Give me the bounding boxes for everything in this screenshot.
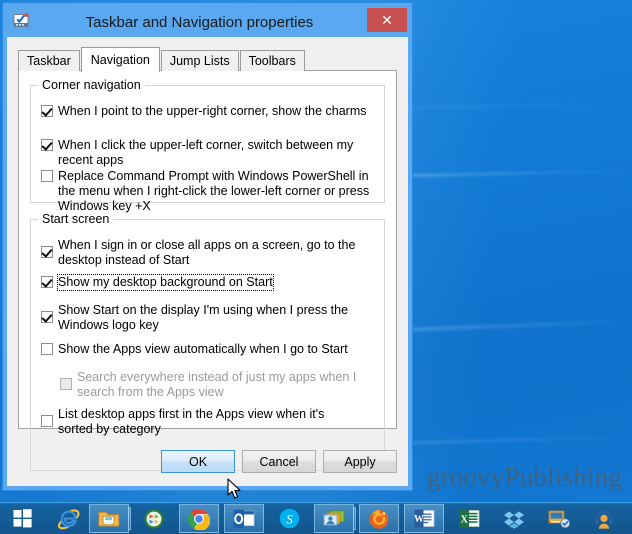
tab-toolbars[interactable]: Toolbars [239,50,305,71]
checkbox-label-desktop-background-on-start: Show my desktop background on Start [57,274,274,291]
checkbox-label-apps-view-automatically: Show the Apps view automatically when I … [58,342,348,356]
checkbox-search-everywhere [60,378,72,390]
tab-navigation[interactable]: Navigation [80,47,160,72]
google-chrome-icon[interactable] [179,504,219,533]
skype-icon[interactable]: S [269,504,309,533]
tab-taskbar[interactable]: Taskbar [18,50,80,71]
microsoft-outlook-icon[interactable] [224,504,264,533]
internet-explorer-icon[interactable] [49,504,89,533]
ok-button[interactable]: OK [161,450,235,473]
corner-navigation-group: Corner navigation When I point to the up… [30,78,385,213]
checkbox-upper-right-charms[interactable] [41,105,53,117]
svg-text:W: W [414,514,424,525]
dialog-title: Taskbar and Navigation properties [85,13,314,31]
checkbox-row-signin-go-to-desktop[interactable]: When I sign in or close all apps on a sc… [41,238,368,268]
checkbox-signin-go-to-desktop[interactable] [41,246,53,258]
dropbox-icon[interactable] [494,504,534,533]
checkbox-row-upper-left-switch-apps[interactable]: When I click the upper-left corner, swit… [41,138,372,168]
checkbox-replace-command-prompt[interactable] [41,170,53,182]
checkbox-label-start-on-current-display: Show Start on the display I'm using when… [58,303,349,332]
start-screen-group: Start screen When I sign in or close all… [30,212,385,471]
svg-text:S: S [286,511,293,526]
checkbox-row-apps-view-automatically[interactable]: Show the Apps view automatically when I … [41,342,372,357]
checkbox-label-upper-left-switch-apps: When I click the upper-left corner, swit… [58,138,354,167]
windows-taskbar: S W X [0,502,632,534]
checkbox-label-signin-go-to-desktop: When I sign in or close all apps on a sc… [58,238,356,267]
tab-jump-lists[interactable]: Jump Lists [160,50,239,71]
checkbox-row-start-on-current-display[interactable]: Show Start on the display I'm using when… [41,303,372,333]
checkbox-list-desktop-apps-first[interactable] [41,415,53,427]
checkbox-label-upper-right-charms: When I point to the upper-right corner, … [58,104,367,118]
dialog-body: Taskbar Navigation Jump Lists Toolbars C… [7,37,408,486]
corner-navigation-legend: Corner navigation [38,78,145,92]
mozilla-firefox-icon[interactable] [359,504,399,533]
microsoft-excel-icon[interactable]: X [449,504,489,533]
windows-media-player-icon[interactable] [134,504,174,533]
apply-button[interactable]: Apply [323,450,397,473]
checkbox-label-list-desktop-apps-first: List desktop apps first in the Apps view… [58,407,325,436]
checkbox-label-search-everywhere: Search everywhere instead of just my app… [77,370,357,399]
checkbox-label-replace-command-prompt: Replace Command Prompt with Windows Powe… [58,169,370,213]
checkbox-row-replace-command-prompt[interactable]: Replace Command Prompt with Windows Powe… [41,169,370,214]
remote-desktop-icon[interactable] [314,504,356,533]
taskbar-properties-icon [13,13,30,30]
file-explorer-icon[interactable] [89,504,131,533]
checkbox-row-desktop-background-on-start[interactable]: Show my desktop background on Start [41,274,274,291]
microsoft-word-icon[interactable]: W [404,504,444,533]
dialog-title-bar[interactable]: Taskbar and Navigation properties ✕ [7,7,408,37]
checkbox-upper-left-switch-apps[interactable] [41,139,53,151]
paint-tool-icon[interactable] [539,504,579,533]
cancel-button[interactable]: Cancel [242,450,316,473]
taskbar-navigation-properties-dialog: Taskbar and Navigation properties ✕ Task… [3,3,412,490]
checkbox-row-upper-right-charms[interactable]: When I point to the upper-right corner, … [41,104,372,119]
tab-strip: Taskbar Navigation Jump Lists Toolbars [18,47,306,72]
windows-start-icon[interactable] [0,503,44,534]
checkbox-row-list-desktop-apps-first[interactable]: List desktop apps first in the Apps view… [41,407,362,437]
checkbox-desktop-background-on-start[interactable] [41,276,53,288]
checkbox-apps-view-automatically[interactable] [41,343,53,355]
checkbox-start-on-current-display[interactable] [41,311,53,323]
headphones-user-icon[interactable] [584,504,624,533]
checkbox-row-search-everywhere: Search everywhere instead of just my app… [60,370,368,400]
start-screen-legend: Start screen [38,212,114,226]
close-icon[interactable]: ✕ [367,8,407,32]
svg-text:X: X [460,514,468,525]
navigation-tab-panel: Corner navigation When I point to the up… [18,70,397,471]
dialog-button-bar: OK Cancel Apply [161,450,397,473]
